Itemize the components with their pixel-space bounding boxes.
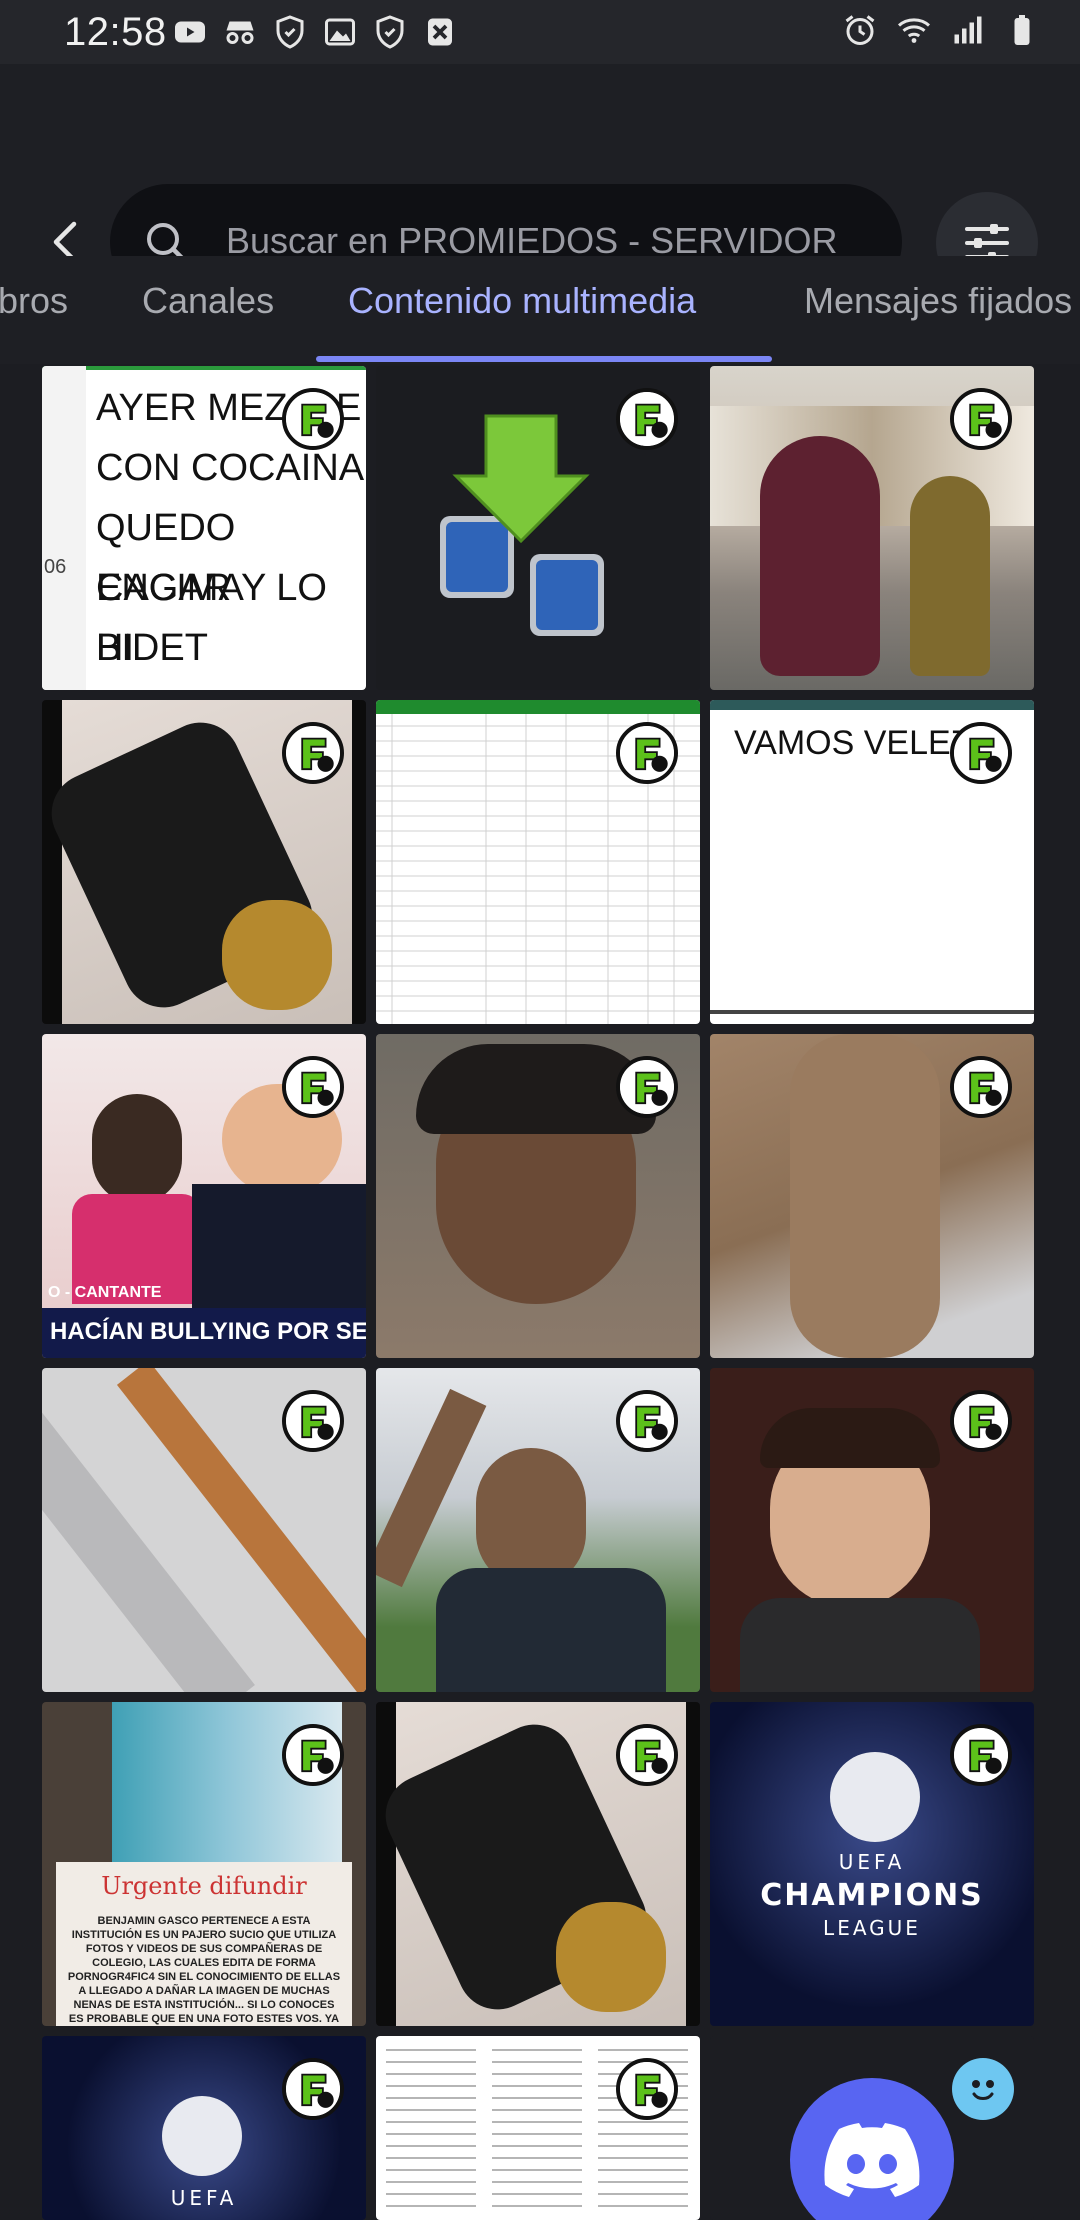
signal-icon — [954, 16, 982, 44]
server-logo-icon — [950, 388, 1012, 450]
ucl-partial-line: UEFA — [170, 2186, 238, 2210]
status-notification-icons — [172, 14, 458, 50]
server-logo-icon — [616, 722, 678, 784]
server-logo-icon — [950, 1390, 1012, 1452]
hand-shield-icon — [376, 15, 404, 49]
ucl-line-2: CHAMPIONS — [760, 1878, 984, 1913]
media-tile[interactable] — [710, 1368, 1034, 1692]
tab-miembros[interactable]: bros — [0, 280, 68, 322]
wifi-icon — [897, 18, 931, 43]
media-tile[interactable] — [42, 1368, 366, 1692]
notice-card: Urgente difundir BENJAMIN GASCO PERTENEC… — [56, 1862, 352, 2026]
media-tile[interactable] — [710, 1034, 1034, 1358]
status-time: 12:58 — [64, 10, 167, 54]
server-logo-icon — [950, 1056, 1012, 1118]
server-logo-icon — [950, 722, 1012, 784]
server-logo-icon — [282, 388, 344, 450]
media-tile[interactable] — [376, 1368, 700, 1692]
close-box-icon — [428, 18, 452, 46]
tab-contenido-multimedia[interactable]: Contenido multimedia — [348, 280, 696, 322]
media-tile[interactable]: 06 AYER MEZCLE CON COCAINA QUEDO ENCIMA … — [42, 366, 366, 690]
media-tile[interactable]: O - CANTANTE HACÍAN BULLYING POR SER DE … — [42, 1034, 366, 1358]
youtube-icon — [175, 21, 205, 43]
tab-canales[interactable]: Canales — [142, 280, 274, 322]
incognito-icon — [226, 21, 254, 44]
media-tile[interactable] — [376, 2036, 700, 2220]
image-icon — [325, 18, 355, 46]
ucl-line-3: LEAGUE — [823, 1916, 921, 1940]
server-logo-icon — [616, 1724, 678, 1786]
server-logo-icon — [282, 1724, 344, 1786]
tile-tag: O - CANTANTE — [48, 1284, 162, 1301]
media-tile[interactable] — [376, 1702, 700, 2026]
server-logo-icon — [616, 2058, 678, 2120]
server-logo-icon — [282, 1390, 344, 1452]
tile-side-text: 06 — [44, 556, 67, 578]
media-tile[interactable]: Urgente difundir BENJAMIN GASCO PERTENEC… — [42, 1702, 366, 2026]
tile-caption: HACÍAN BULLYING POR SER DE RACI — [42, 1308, 366, 1358]
media-tile[interactable] — [710, 366, 1034, 690]
media-tile[interactable] — [376, 700, 700, 1024]
smile-icon — [972, 2080, 994, 2100]
media-tile[interactable] — [376, 366, 700, 690]
battery-icon — [1014, 15, 1030, 45]
alarm-icon — [845, 15, 875, 45]
discord-icon — [824, 2123, 920, 2197]
media-tile[interactable]: UEFA CHAMPIONS LEAGUE — [710, 1702, 1034, 2026]
server-logo-icon — [616, 1390, 678, 1452]
meme-line: BIDET — [96, 627, 208, 669]
status-system-icons — [842, 12, 1040, 48]
media-tile[interactable]: UEFA — [42, 2036, 366, 2220]
server-logo-icon — [282, 722, 344, 784]
download-graphic — [440, 414, 604, 636]
server-logo-icon — [282, 2058, 344, 2120]
notice-title: Urgente difundir — [101, 1872, 307, 1900]
server-logo-icon — [282, 1056, 344, 1118]
media-tile[interactable]: VAMOS VELEZ!!! — [710, 700, 1034, 1024]
assistant-bubble[interactable] — [952, 2058, 1014, 2120]
tab-mensajes-fijados[interactable]: Mensajes fijados — [804, 280, 1072, 322]
media-tile[interactable] — [376, 1034, 700, 1358]
status-bar: 12:58 — [0, 0, 1080, 64]
server-logo-icon — [616, 388, 678, 450]
ucl-line-1: UEFA — [838, 1850, 906, 1874]
hand-shield-icon — [276, 15, 304, 49]
media-tile[interactable] — [42, 700, 366, 1024]
tab-active-indicator — [316, 356, 772, 362]
server-logo-icon — [616, 1056, 678, 1118]
server-logo-icon — [950, 1724, 1012, 1786]
tab-bar: bros Canales Contenido multimedia Mensaj… — [0, 256, 1080, 364]
notice-body: BENJAMIN GASCO PERTENECE A ESTA INSTITUC… — [67, 1915, 341, 2025]
